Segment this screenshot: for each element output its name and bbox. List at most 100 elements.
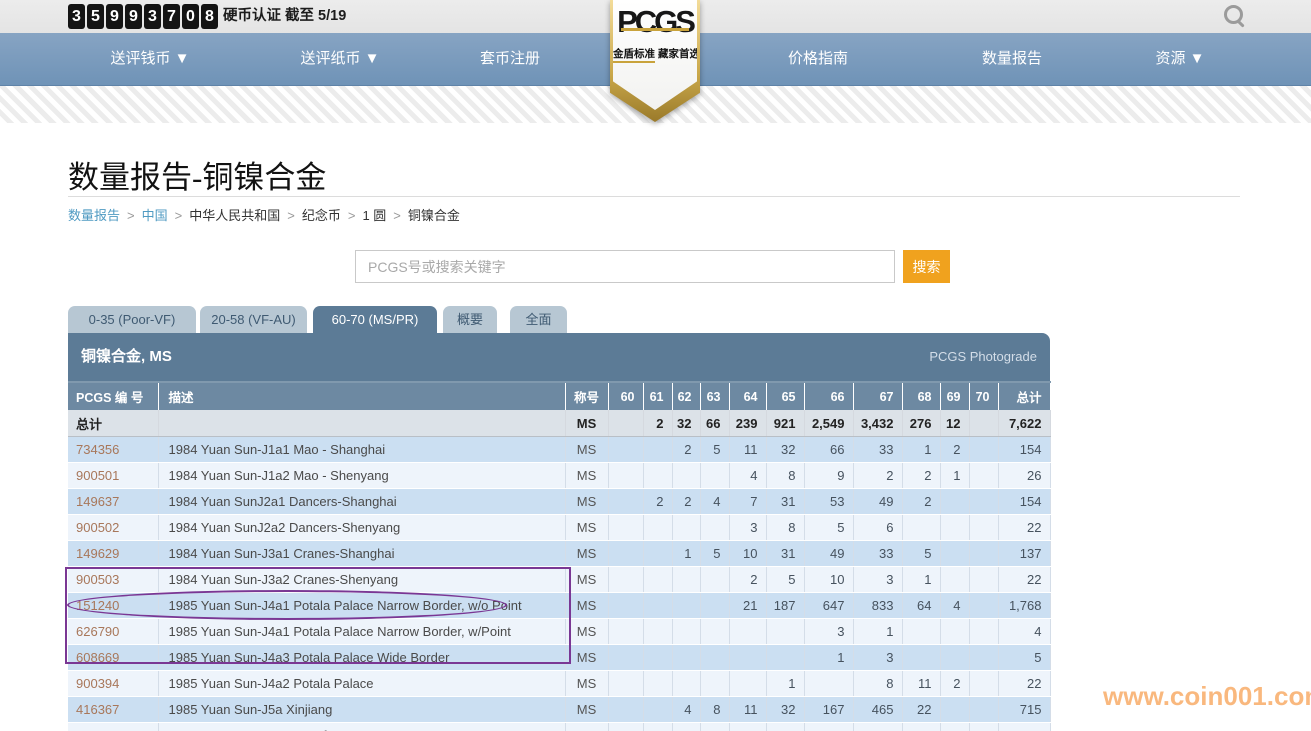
grade-count-63: 8: [700, 697, 729, 723]
counter-digit: 3: [68, 4, 85, 29]
grade-count-65: 31: [766, 489, 804, 515]
breadcrumb-separator: >: [287, 208, 295, 223]
grade-count-67: 8: [853, 671, 902, 697]
grade-count-64: [729, 645, 766, 671]
coin-description[interactable]: 1985 Yuan Sun-J4a1 Potala Palace Narrow …: [158, 619, 565, 645]
grade-count-68: 2: [902, 463, 940, 489]
grade-count-67: 216: [853, 723, 902, 731]
population-table: PCGS 编 号描述称号6061626364656667686970总计 总计M…: [68, 381, 1051, 731]
breadcrumb-item: 中华人民共和国: [189, 208, 280, 223]
grade-count-70: [969, 515, 998, 541]
pcgs-number-link[interactable]: 416367: [68, 697, 158, 723]
coin-description[interactable]: 1984 Yuan SunJ2a1 Dancers-Shanghai: [158, 489, 565, 515]
grade-designation: MS: [565, 671, 608, 697]
coin-description[interactable]: 1984 Yuan Sun-J1a1 Mao - Shanghai: [158, 437, 565, 463]
pcgs-number-link[interactable]: 626790: [68, 619, 158, 645]
coin-description[interactable]: 1985 Yuan Sun-J4a3 Potala Palace Wide Bo…: [158, 645, 565, 671]
total-row-label: 总计: [68, 410, 158, 437]
logo-slogan: 金盾标准藏家首选: [613, 46, 697, 61]
grade-count-70: [969, 671, 998, 697]
cert-counter-label: 硬币认证 截至 5/19: [223, 0, 346, 33]
column-header: 66: [804, 382, 853, 410]
grade-designation: MS: [565, 593, 608, 619]
grade-count-69: [940, 645, 969, 671]
breadcrumb-separator: >: [127, 208, 135, 223]
grade-count-63: [700, 619, 729, 645]
grade-count-63: [700, 515, 729, 541]
coin-description[interactable]: 1985 Yuan Sun-J5a Xinjiang: [158, 697, 565, 723]
tab-3[interactable]: 概要: [443, 306, 497, 333]
nav-item-2[interactable]: 套币注册: [480, 33, 540, 85]
photograde-link[interactable]: PCGS Photograde: [929, 333, 1037, 381]
grade-count-67: 1: [853, 619, 902, 645]
grade-count-64: [729, 671, 766, 697]
grade-count-63: 4: [700, 489, 729, 515]
pcgs-number-link[interactable]: 608669: [68, 645, 158, 671]
breadcrumb-item[interactable]: 中国: [142, 208, 168, 223]
row-total: 1,768: [998, 593, 1050, 619]
coin-description[interactable]: 1984 Yuan Sun-J3a1 Cranes-Shanghai: [158, 541, 565, 567]
search-input[interactable]: [355, 250, 895, 283]
counter-digit: 9: [125, 4, 142, 29]
column-header: 61: [643, 382, 672, 410]
pcgs-number-link[interactable]: 900503: [68, 567, 158, 593]
grade-designation: MS: [565, 567, 608, 593]
grade-count-62: [672, 723, 700, 731]
coin-description[interactable]: 1985 Yuan Sun-J4a1 Potala Palace Narrow …: [158, 593, 565, 619]
grade-count-62: [672, 645, 700, 671]
coin-description[interactable]: 1984 Yuan Sun-J3a2 Cranes-Shenyang: [158, 567, 565, 593]
table-row: 1496291984 Yuan Sun-J3a1 Cranes-Shanghai…: [68, 541, 1050, 567]
nav-item-4[interactable]: 数量报告: [982, 33, 1042, 85]
nav-item-0[interactable]: 送评钱币 ▼: [110, 33, 189, 85]
table-row: 4163671985 Yuan Sun-J5a XinjiangMS481132…: [68, 697, 1050, 723]
breadcrumb-item[interactable]: 数量报告: [68, 208, 120, 223]
grade-count-62: [672, 463, 700, 489]
pcgs-number-link[interactable]: 149637: [68, 489, 158, 515]
tab-4[interactable]: 全面: [510, 306, 567, 333]
grade-count-67: 465: [853, 697, 902, 723]
column-header: 65: [766, 382, 804, 410]
coin-description: [158, 410, 565, 437]
grade-count-67: 2: [853, 463, 902, 489]
nav-item-5[interactable]: 资源 ▼: [1155, 33, 1204, 85]
coin-description[interactable]: 1986 Yuan Sun-J6a Year of Peace: [158, 723, 565, 731]
pcgs-number-link[interactable]: 149629: [68, 541, 158, 567]
logo-brand-text: PCGS: [613, 4, 697, 40]
pcgs-number-link[interactable]: 151240: [68, 593, 158, 619]
pcgs-logo[interactable]: PCGS 金盾标准藏家首选: [610, 0, 700, 122]
grade-count-69: [940, 541, 969, 567]
coin-description[interactable]: 1984 Yuan SunJ2a2 Dancers-Shenyang: [158, 515, 565, 541]
grade-count-63: [700, 645, 729, 671]
grade-count-68: 50: [902, 723, 940, 731]
pcgs-number-link[interactable]: 149631: [68, 723, 158, 731]
page-title: 数量报告-铜镍合金: [68, 152, 326, 197]
tab-0[interactable]: 0-35 (Poor-VF): [68, 306, 196, 333]
grade-count-61: 2: [643, 489, 672, 515]
tab-1[interactable]: 20-58 (VF-AU): [200, 306, 307, 333]
grade-count-64: 6: [729, 723, 766, 731]
grade-count-69: 2: [940, 671, 969, 697]
pcgs-number-link[interactable]: 734356: [68, 437, 158, 463]
tab-2[interactable]: 60-70 (MS/PR): [313, 306, 437, 333]
coin-description[interactable]: 1985 Yuan Sun-J4a2 Potala Palace: [158, 671, 565, 697]
search-icon[interactable]: [1223, 4, 1247, 28]
grade-count-68: 64: [902, 593, 940, 619]
table-row: 1496311986 Yuan Sun-J6a Year of PeaceMS6…: [68, 723, 1050, 731]
grade-count-60: [608, 515, 643, 541]
grade-count-60: [608, 437, 643, 463]
nav-item-1[interactable]: 送评纸币 ▼: [300, 33, 379, 85]
pcgs-number-link[interactable]: 900394: [68, 671, 158, 697]
coin-description[interactable]: 1984 Yuan Sun-J1a2 Mao - Shenyang: [158, 463, 565, 489]
grade-count-63: [700, 671, 729, 697]
grade-count-70: [969, 593, 998, 619]
grade-count-61: [643, 723, 672, 731]
pcgs-number-link[interactable]: 900502: [68, 515, 158, 541]
grade-count-67: 3,432: [853, 410, 902, 437]
total-row: 总计MS232662399212,5493,432276127,622: [68, 410, 1050, 437]
search-button[interactable]: 搜索: [903, 250, 950, 283]
grade-count-69: 2: [940, 437, 969, 463]
grade-count-61: [643, 463, 672, 489]
grade-count-66: 5: [804, 515, 853, 541]
pcgs-number-link[interactable]: 900501: [68, 463, 158, 489]
nav-item-3[interactable]: 价格指南: [788, 33, 848, 85]
